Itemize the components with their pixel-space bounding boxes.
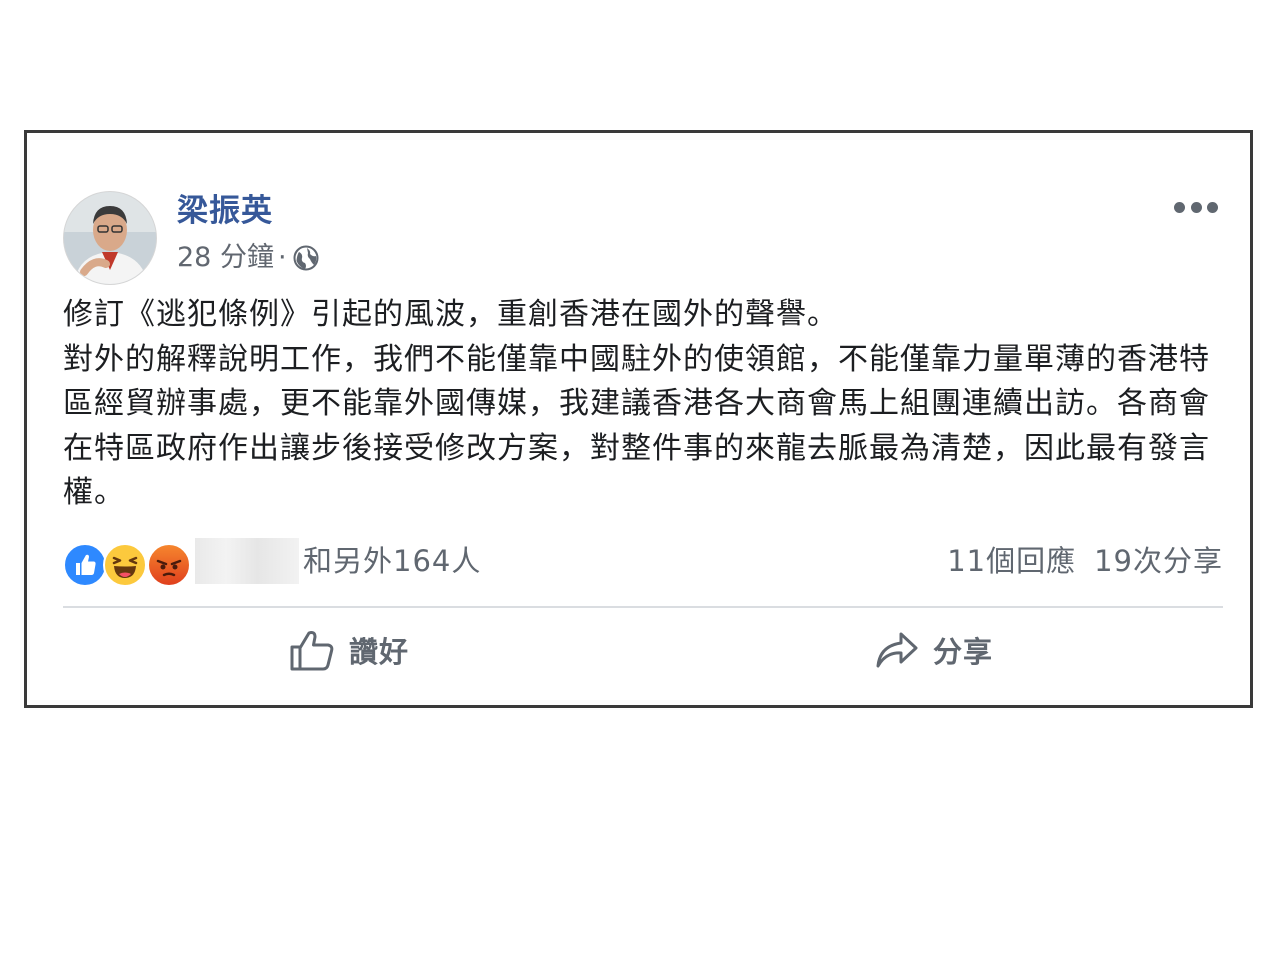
like-reaction-icon[interactable]	[63, 543, 107, 587]
share-label: 分享	[933, 635, 994, 669]
post-timestamp[interactable]: 28 分鐘	[177, 240, 274, 276]
shares-count[interactable]: 19次分享	[1094, 538, 1223, 584]
dot	[1174, 201, 1185, 213]
thumbs-up-icon	[290, 631, 334, 671]
post-paragraph: 修訂《逃犯條例》引起的風波，重創香港在國外的聲譽。	[63, 297, 838, 332]
meta-separator: ·	[277, 242, 287, 273]
reaction-summary[interactable]: 和另外164人	[303, 538, 481, 584]
avatar-photo	[64, 192, 156, 284]
divider	[63, 606, 1223, 608]
author-name[interactable]: 梁振英	[177, 191, 273, 231]
like-label: 讚好	[349, 635, 410, 669]
comments-count[interactable]: 11個回應	[947, 538, 1076, 584]
share-button[interactable]: 分享	[875, 625, 993, 675]
blurred-reactor-name	[195, 538, 299, 584]
dot	[1190, 201, 1202, 213]
post-meta: 28 分鐘 ·	[177, 240, 319, 276]
post-body: 修訂《逃犯條例》引起的風波，重創香港在國外的聲譽。 對外的解釋說明工作，我們不能…	[63, 293, 1223, 516]
haha-reaction-icon[interactable]	[103, 543, 147, 587]
reactions-bar: 和另外164人 11個回應 19次分享	[63, 538, 1223, 588]
globe-icon[interactable]	[293, 245, 319, 271]
post-paragraph: 對外的解釋說明工作，我們不能僅靠中國駐外的使領館，不能僅靠力量單薄的香港特區經貿…	[63, 341, 1210, 511]
engagement-counts: 11個回應 19次分享	[947, 538, 1223, 584]
share-arrow-icon	[876, 632, 918, 668]
more-options-icon[interactable]	[1174, 195, 1218, 219]
like-button[interactable]: 讚好	[289, 625, 409, 675]
angry-reaction-icon[interactable]	[147, 543, 191, 587]
dot	[1207, 201, 1218, 213]
facebook-post: 梁振英 28 分鐘 · 修訂《逃犯條例》引起的風波，重創香港在國外的聲譽。 對外…	[24, 130, 1253, 708]
author-avatar[interactable]	[63, 191, 157, 285]
